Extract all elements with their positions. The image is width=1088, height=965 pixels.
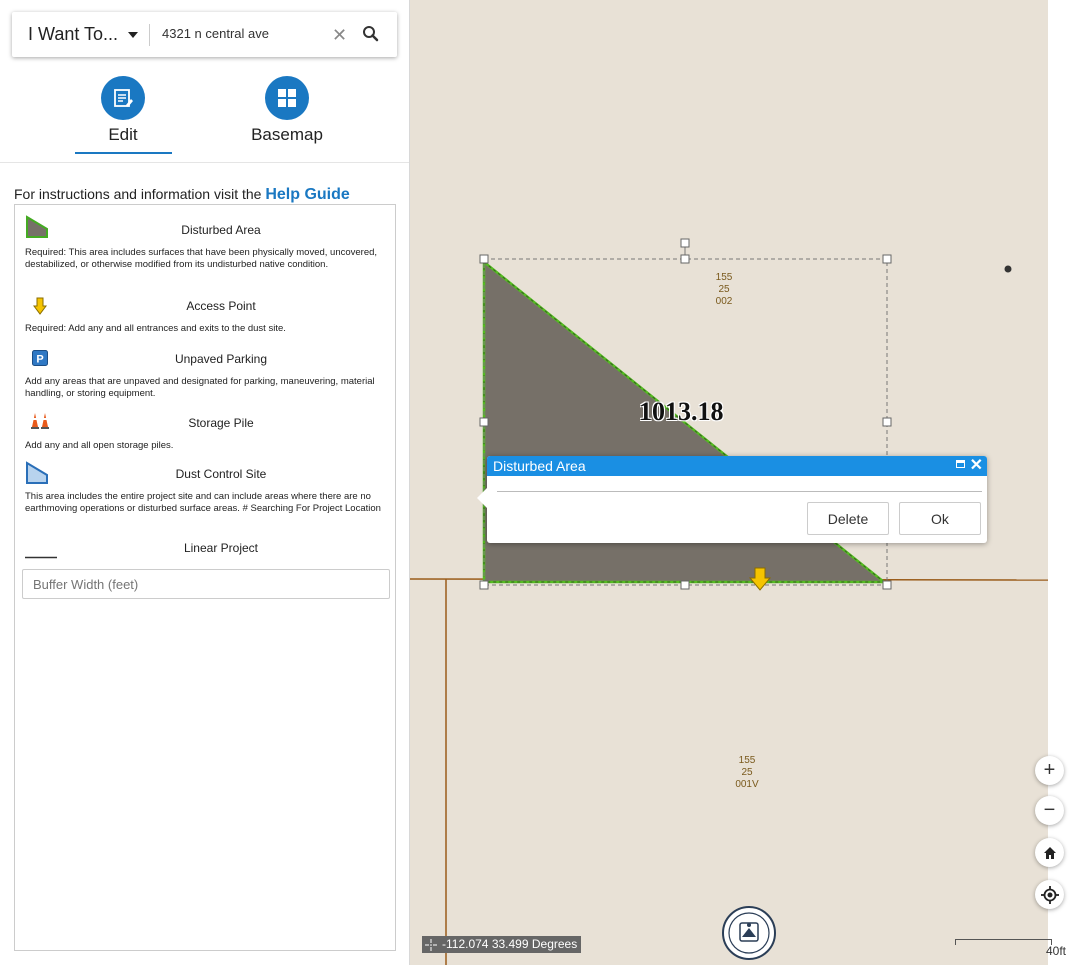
- template-name: Access Point: [186, 299, 256, 313]
- zoom-out-button[interactable]: −: [1035, 796, 1064, 825]
- template-description: Add any and all open storage piles.: [25, 440, 174, 451]
- tab-basemap[interactable]: Basemap: [227, 76, 347, 145]
- help-text: For instructions and information visit t…: [14, 186, 350, 204]
- area-measurement-label: 1013.18: [639, 397, 724, 426]
- tabs-divider: [0, 162, 409, 163]
- maricopa-county-logo: [721, 903, 777, 965]
- popup-header: Disturbed Area ✕: [487, 456, 987, 476]
- template-picker: Disturbed Area Required: This area inclu…: [14, 204, 396, 951]
- map-point[interactable]: [1004, 265, 1012, 273]
- close-icon[interactable]: ✕: [970, 456, 983, 476]
- map-view[interactable]: 155 25 002 155 25 001V 1013.18 Disturbed…: [410, 0, 1088, 965]
- minus-icon: −: [1043, 799, 1056, 821]
- scale-label: 40ft: [1046, 944, 1067, 958]
- coordinate-readout[interactable]: -112.074 33.499 Degrees: [422, 936, 582, 953]
- search-icon[interactable]: [362, 25, 380, 48]
- side-panel: I Want To... ✕ Edit Basemap For instruct…: [0, 0, 410, 965]
- search-input[interactable]: [162, 26, 332, 41]
- parcel-label-bottom: 155 25 001V: [735, 755, 759, 790]
- tab-edit-label: Edit: [108, 125, 138, 144]
- template-name: Unpaved Parking: [174, 352, 268, 366]
- locate-button[interactable]: [1035, 880, 1064, 909]
- popup-divider: [497, 491, 982, 492]
- coordinate-text: -112.074 33.499 Degrees: [442, 937, 578, 951]
- template-name: Linear Project: [183, 541, 259, 555]
- edit-icon: [101, 76, 145, 120]
- home-button[interactable]: [1035, 838, 1064, 867]
- parcel-label-top: 155 25 002: [715, 272, 733, 307]
- search-bar: I Want To... ✕: [12, 12, 397, 57]
- buffer-width-input[interactable]: [22, 569, 390, 599]
- home-icon: [1043, 846, 1056, 859]
- popup-pointer: [477, 488, 487, 508]
- popup-title: Disturbed Area: [493, 458, 586, 474]
- active-tab-indicator: [75, 152, 172, 154]
- i-want-to-dropdown[interactable]: I Want To...: [28, 24, 118, 45]
- crosshair-icon: [425, 938, 437, 951]
- template-name: Disturbed Area: [181, 223, 261, 237]
- help-guide-link[interactable]: Help Guide: [265, 186, 349, 203]
- template-description: Add any areas that are unpaved and desig…: [25, 376, 375, 399]
- template-description: Required: This area includes surfaces th…: [25, 247, 378, 270]
- maximize-icon[interactable]: [956, 460, 965, 468]
- plus-icon: +: [1043, 759, 1056, 781]
- template-description: This area includes the entire project si…: [25, 491, 381, 514]
- locate-icon: [1040, 885, 1059, 904]
- grid-icon: [265, 76, 309, 120]
- tab-edit[interactable]: Edit: [63, 76, 183, 145]
- caret-down-icon[interactable]: [128, 32, 138, 38]
- feature-popup: Disturbed Area ✕ Delete Ok: [477, 456, 987, 543]
- search-divider: [149, 24, 150, 46]
- template-description: Required: Add any and all entrances and …: [25, 323, 286, 334]
- scale-bar: [955, 939, 1052, 945]
- clear-icon[interactable]: ✕: [332, 25, 347, 46]
- ok-button[interactable]: Ok: [899, 502, 981, 535]
- zoom-in-button[interactable]: +: [1035, 756, 1064, 785]
- help-text-label: For instructions and information visit t…: [14, 186, 262, 202]
- template-name: Dust Control Site: [175, 467, 267, 481]
- template-name: Storage Pile: [188, 416, 254, 430]
- delete-button[interactable]: Delete: [807, 502, 889, 535]
- tab-basemap-label: Basemap: [251, 125, 323, 144]
